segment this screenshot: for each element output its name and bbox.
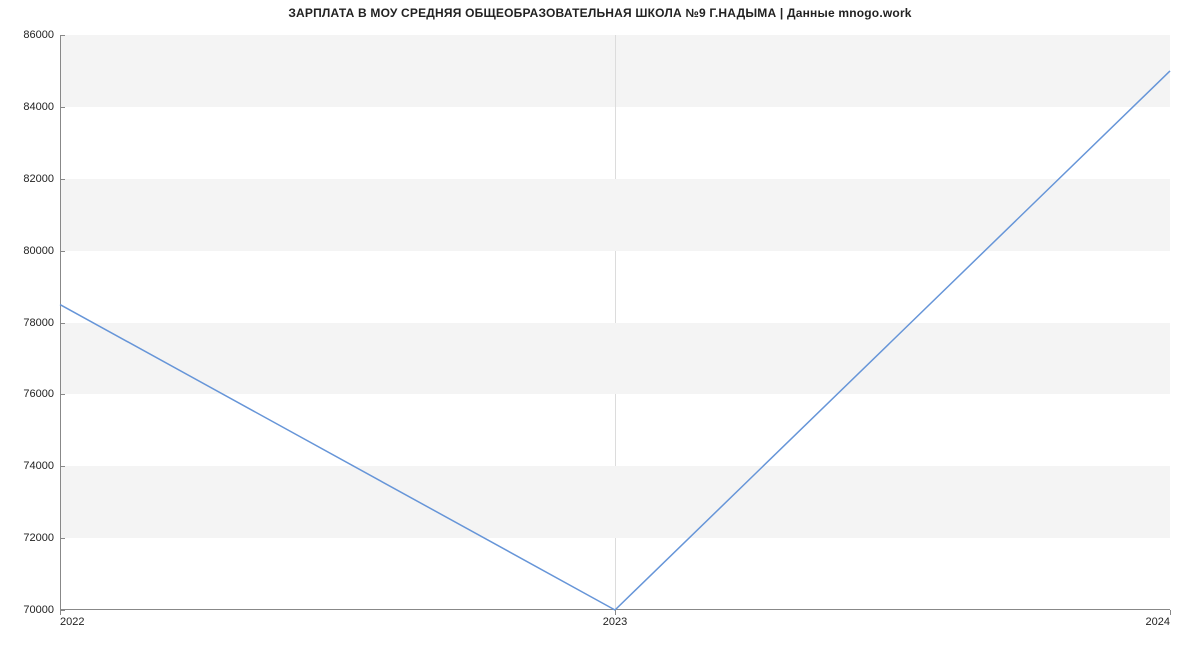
y-tick — [60, 394, 65, 395]
y-tick-label: 74000 — [23, 460, 60, 472]
y-tick-label: 84000 — [23, 101, 60, 113]
y-tick-label: 72000 — [23, 532, 60, 544]
x-tick-label: 2024 — [1146, 610, 1170, 628]
y-tick — [60, 251, 65, 252]
x-tick-label: 2023 — [603, 610, 627, 628]
x-tick — [1170, 610, 1171, 615]
x-tick-label: 2022 — [60, 610, 84, 628]
y-tick — [60, 538, 65, 539]
y-tick-label: 82000 — [23, 173, 60, 185]
y-tick — [60, 107, 65, 108]
y-tick-label: 80000 — [23, 245, 60, 257]
data-line — [60, 35, 1170, 610]
y-tick-label: 78000 — [23, 317, 60, 329]
y-tick — [60, 35, 65, 36]
y-tick — [60, 323, 65, 324]
plot-area: 7000072000740007600078000800008200084000… — [60, 35, 1170, 610]
y-tick-label: 76000 — [23, 388, 60, 400]
y-tick-label: 86000 — [23, 29, 60, 41]
y-tick — [60, 466, 65, 467]
y-tick — [60, 179, 65, 180]
y-tick-label: 70000 — [23, 604, 60, 616]
chart-container: ЗАРПЛАТА В МОУ СРЕДНЯЯ ОБЩЕОБРАЗОВАТЕЛЬН… — [0, 0, 1200, 650]
chart-title: ЗАРПЛАТА В МОУ СРЕДНЯЯ ОБЩЕОБРАЗОВАТЕЛЬН… — [0, 6, 1200, 20]
